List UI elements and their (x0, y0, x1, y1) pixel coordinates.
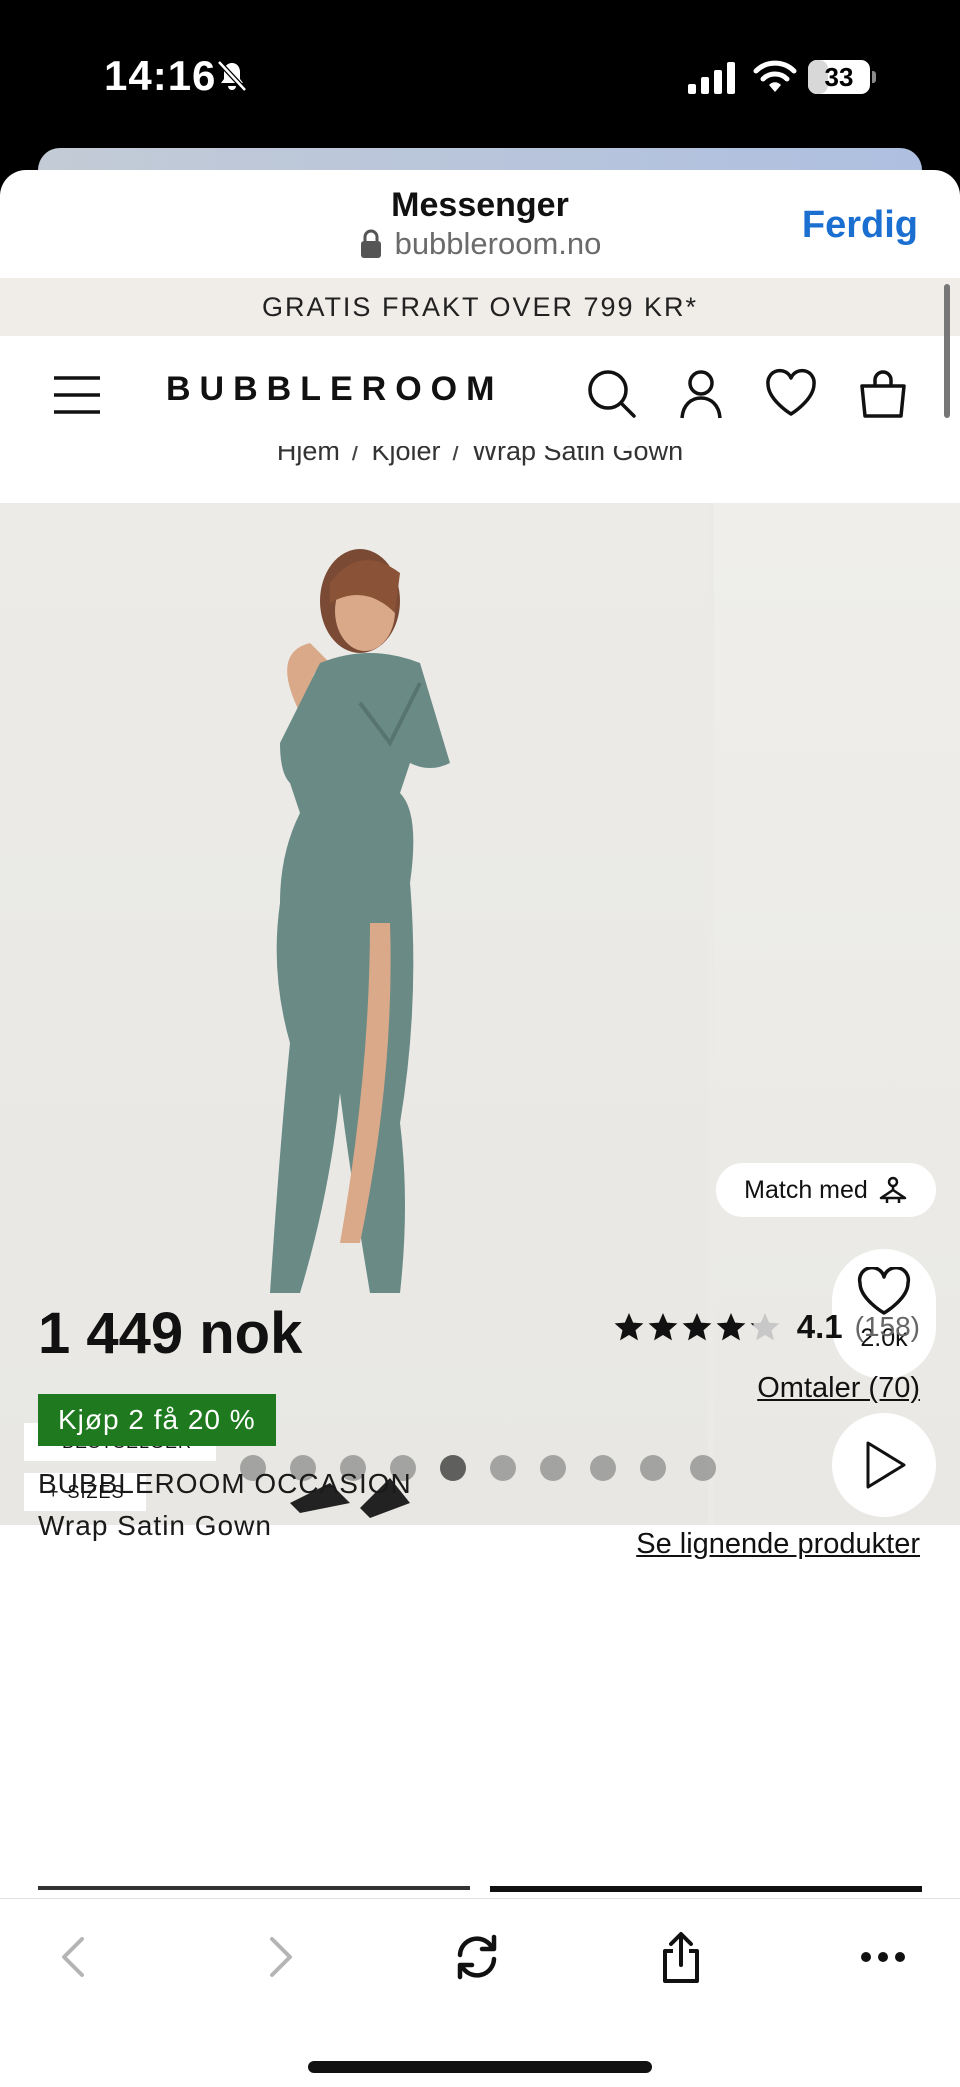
product-name: Wrap Satin Gown (38, 1510, 272, 1541)
home-indicator[interactable] (308, 2061, 652, 2073)
search-icon[interactable] (584, 366, 638, 420)
star-icon (716, 1313, 746, 1341)
product-rating[interactable]: 4.1 (158) (613, 1308, 920, 1346)
browser-url: bubbleroom.no (394, 226, 602, 261)
star-icon (682, 1313, 712, 1341)
product-price: 1 449 nok (38, 1301, 303, 1366)
wifi-icon (753, 60, 797, 92)
hanger-icon (879, 1176, 907, 1203)
back-icon[interactable] (50, 1931, 100, 1983)
star-icon (750, 1313, 780, 1341)
star-icon (614, 1313, 644, 1341)
browser-toolbar (0, 1898, 960, 2087)
lock-icon (360, 229, 381, 258)
shopping-bag-icon[interactable] (856, 366, 910, 420)
rating-value: 4.1 (796, 1308, 843, 1345)
menu-icon[interactable] (52, 372, 102, 418)
bell-muted-icon (217, 60, 247, 92)
match-label: Match med (744, 1175, 868, 1204)
account-icon[interactable] (674, 366, 728, 420)
status-bar: 14:16 33 (0, 0, 960, 150)
reload-icon[interactable] (452, 1931, 502, 1983)
star-icon (648, 1313, 678, 1341)
match-with-button[interactable]: Match med (716, 1163, 936, 1217)
gallery-dot[interactable] (690, 1455, 716, 1481)
site-logo[interactable]: BUBBLEROOM (166, 370, 503, 409)
battery-indicator: 33 (808, 60, 876, 94)
breadcrumb-dresses[interactable]: Kjoler (371, 446, 440, 466)
size-select-button[interactable] (38, 1886, 470, 1890)
done-button[interactable]: Ferdig (802, 204, 918, 247)
breadcrumb-home[interactable]: Hjem (277, 446, 340, 466)
similar-products-link[interactable]: Se lignende produkter (636, 1528, 920, 1561)
product-brand[interactable]: BUBBLEROOM OCCASION (38, 1468, 412, 1500)
gallery-dot[interactable] (590, 1455, 616, 1481)
model-photo (270, 549, 450, 1518)
gallery-dot[interactable] (490, 1455, 516, 1481)
gallery-dot[interactable] (640, 1455, 666, 1481)
play-icon (866, 1441, 906, 1489)
status-time: 14:16 (104, 52, 217, 99)
site-header: BUBBLEROOM (0, 336, 960, 454)
battery-level: 33 (824, 62, 854, 92)
gallery-dot[interactable] (540, 1455, 566, 1481)
share-icon[interactable] (656, 1931, 706, 1983)
cellular-signal-icon (688, 62, 735, 94)
offer-badge: Kjøp 2 få 20 % (38, 1394, 276, 1446)
promo-banner[interactable]: GRATIS FRAKT OVER 799 KR* (0, 278, 960, 336)
product-image[interactable] (0, 503, 708, 1525)
breadcrumb-current: Wrap Satin Gown (471, 446, 684, 466)
in-app-browser-header: Messenger bubbleroom.no Ferdig (0, 170, 960, 278)
wishlist-heart-icon[interactable] (764, 366, 818, 420)
reviews-link[interactable]: Omtaler (70) (757, 1372, 920, 1405)
breadcrumb: Hjem / Kjoler / Wrap Satin Gown (0, 446, 960, 480)
more-icon[interactable] (858, 1931, 908, 1983)
rating-count: (158) (854, 1311, 920, 1342)
play-video-button[interactable] (832, 1413, 936, 1517)
add-to-cart-button[interactable] (490, 1886, 922, 1892)
gallery-dot[interactable] (440, 1455, 466, 1481)
rating-stars (613, 1311, 781, 1343)
web-page: GRATIS FRAKT OVER 799 KR* BUBBLEROOM Hje… (0, 278, 960, 1898)
forward-icon[interactable] (254, 1931, 304, 1983)
